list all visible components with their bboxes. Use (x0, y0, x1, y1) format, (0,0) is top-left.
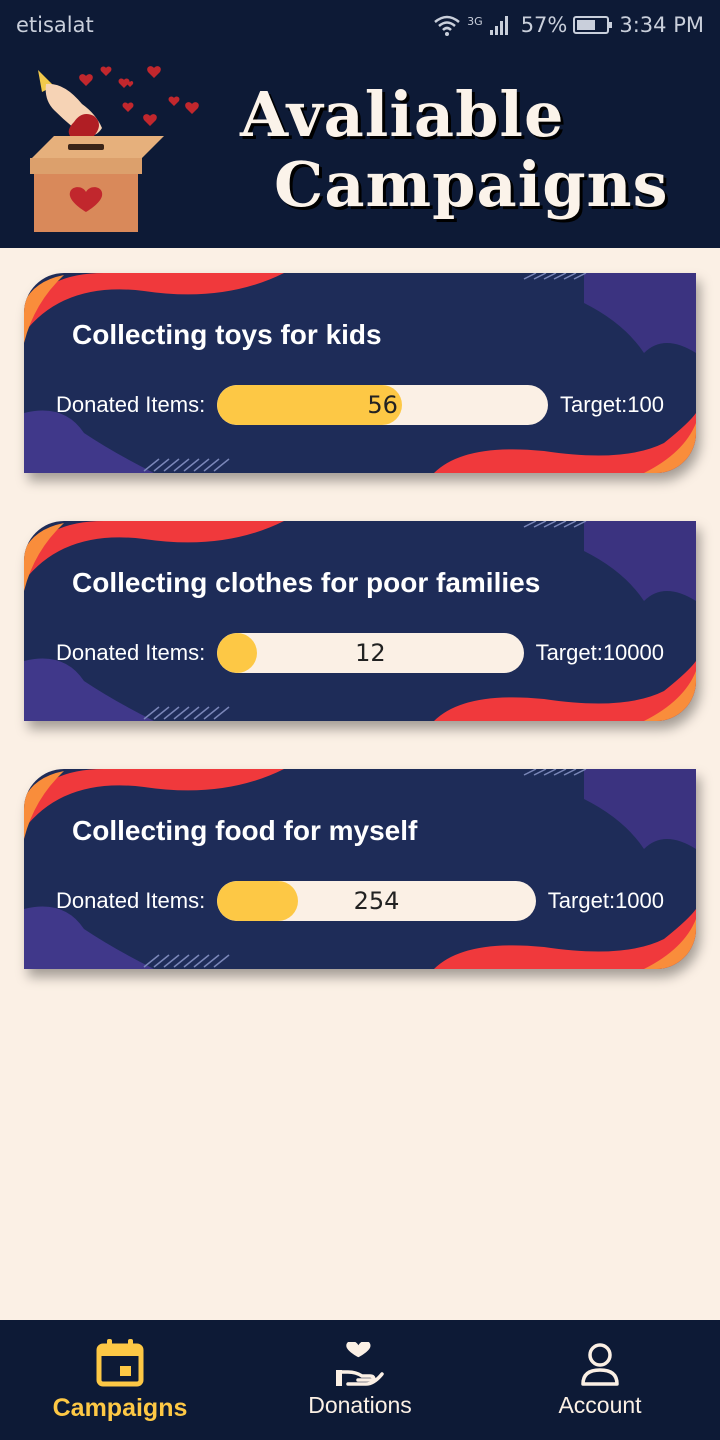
donation-box-illustration (30, 66, 199, 232)
page-title-line2: Campaigns (274, 148, 669, 221)
donated-count: 56 (367, 391, 398, 419)
progress-bar: 254 (217, 881, 536, 921)
donated-count: 12 (355, 639, 386, 667)
campaign-title: Collecting food for myself (72, 815, 418, 846)
campaign-progress-row: Donated Items: 254 Target:1000 (56, 881, 664, 921)
campaign-progress-row: Donated Items: 56 Target:100 (56, 385, 664, 425)
user-icon (581, 1342, 619, 1386)
app-header: Avaliable Campaigns (0, 50, 720, 248)
nav-label-campaigns: Campaigns (52, 1393, 188, 1422)
donated-count: 254 (353, 887, 400, 915)
campaign-progress-row: Donated Items: 12 Target:10000 (56, 633, 664, 673)
progress-bar: 56 (217, 385, 549, 425)
campaign-title: Collecting toys for kids (72, 319, 382, 350)
target-label: Target:1000 (547, 888, 664, 913)
battery-icon (573, 16, 613, 34)
wifi-icon (434, 15, 460, 36)
campaign-card[interactable]: Collecting clothes for poor families Don… (24, 521, 696, 721)
nav-label-donations: Donations (308, 1391, 412, 1418)
donated-label: Donated Items: (56, 392, 206, 417)
donated-label: Donated Items: (56, 640, 206, 665)
campaign-card[interactable]: Collecting toys for kids Donated Items: … (24, 273, 696, 473)
signal-icon (489, 16, 508, 35)
battery-percent: 57% (520, 13, 568, 37)
campaign-list: Collecting toys for kids Donated Items: … (0, 248, 720, 1320)
card-decoration (24, 769, 696, 969)
page-title: Avaliable Campaigns (240, 78, 669, 221)
nav-tab-campaigns[interactable]: Campaigns (0, 1320, 240, 1440)
card-decoration (24, 521, 696, 721)
target-label: Target:10000 (535, 640, 664, 665)
status-bar: etisalat 3G 57% 3:34 PM (0, 0, 720, 50)
clock: 3:34 PM (619, 13, 704, 37)
nav-tab-donations[interactable]: Donations (240, 1320, 480, 1440)
card-decoration (24, 273, 696, 473)
progress-bar: 12 (217, 633, 524, 673)
bottom-navigation: Campaigns Donations Account (0, 1320, 720, 1440)
donate-hand-icon (336, 1341, 384, 1386)
status-icons: 3G 57% 3:34 PM (433, 13, 704, 37)
carrier-name: etisalat (16, 13, 94, 37)
target-label: Target:100 (560, 392, 664, 417)
page-title-line1: Avaliable (240, 78, 565, 151)
calendar-icon (96, 1338, 144, 1386)
nav-tab-account[interactable]: Account (480, 1320, 720, 1440)
donated-label: Donated Items: (56, 888, 206, 913)
network-type: 3G (467, 15, 483, 28)
campaign-card[interactable]: Collecting food for myself Donated Items… (24, 769, 696, 969)
nav-label-account: Account (558, 1391, 642, 1418)
campaign-title: Collecting clothes for poor families (72, 567, 541, 598)
